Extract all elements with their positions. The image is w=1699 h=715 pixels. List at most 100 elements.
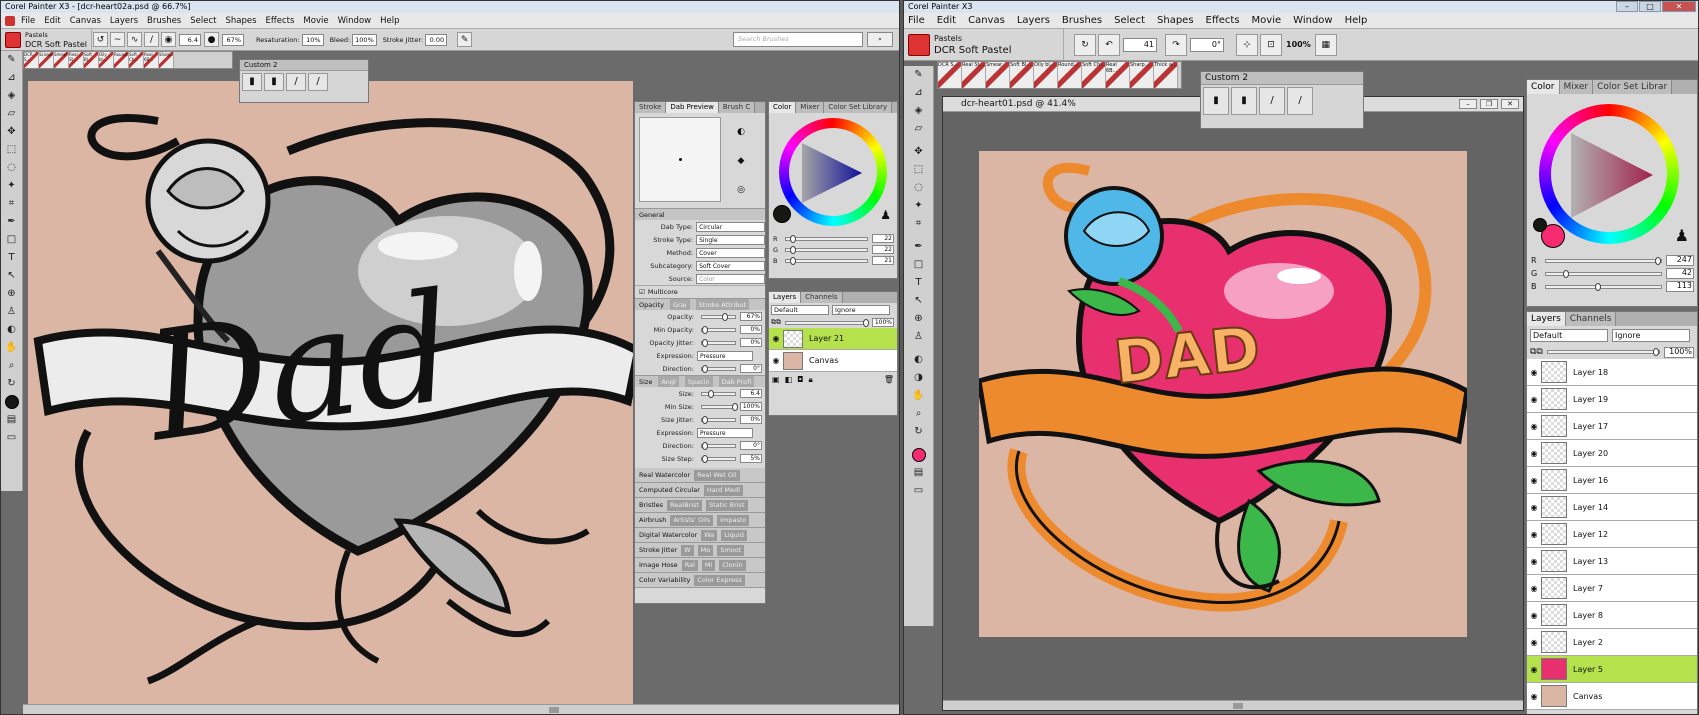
close-icon[interactable]: ✕ <box>1662 1 1696 12</box>
rubber-stamp-icon[interactable]: ♙ <box>911 329 927 345</box>
bleed-field[interactable]: 100% <box>352 33 377 46</box>
menu-effects[interactable]: Effects <box>1206 15 1240 26</box>
composite-method-select[interactable]: Default <box>1530 329 1608 342</box>
menu-movie[interactable]: Movie <box>303 16 328 26</box>
section-subtab[interactable]: Static Brist <box>705 500 748 511</box>
section-subtab[interactable]: Hard Medi <box>703 485 744 496</box>
cloner-icon[interactable]: ⊕ <box>911 311 927 327</box>
eraser-icon[interactable]: ▱ <box>911 121 927 137</box>
menu-effects[interactable]: Effects <box>266 16 295 26</box>
collapsed-section-airbrush[interactable]: Airbrush Artists' Oils Impasto <box>635 513 765 528</box>
opacity-expression-select[interactable]: Pressure <box>697 350 753 361</box>
red-slider[interactable] <box>1545 256 1662 265</box>
composite-depth-select[interactable]: Ignore <box>1612 329 1690 342</box>
paper-icon[interactable]: ▤ <box>911 465 927 481</box>
rotate-page-icon[interactable]: ↻ <box>911 424 927 440</box>
opacity-value[interactable]: 67% <box>740 312 762 321</box>
brush-item[interactable]: DCR S... <box>24 52 39 68</box>
checker-icon[interactable]: ▦ <box>1314 33 1337 56</box>
tab-channels[interactable]: Channels <box>801 292 843 303</box>
pen-icon[interactable]: ✒ <box>4 214 20 230</box>
brush-item[interactable]: Round... <box>114 52 129 68</box>
section-subtab[interactable]: W <box>681 545 694 556</box>
text-icon[interactable]: T <box>911 275 927 291</box>
menu-shapes[interactable]: Shapes <box>225 16 256 26</box>
brush-item[interactable]: Oily bl... <box>99 52 114 68</box>
subcategory-select[interactable]: Soft Cover <box>696 260 765 271</box>
hue-triangle[interactable] <box>1563 128 1657 222</box>
brush-item[interactable]: Soft Bl... <box>84 52 99 68</box>
straight-line-icon[interactable]: / <box>144 32 159 47</box>
layer-row[interactable]: ◉ Canvas <box>1527 683 1697 710</box>
palette-brush-chip[interactable]: ▮ <box>1231 87 1257 115</box>
collapsed-section-image-hose[interactable]: Image Hose Ral Mi Clonin <box>635 558 765 573</box>
eye-icon[interactable]: ◉ <box>769 356 783 365</box>
eye-icon[interactable]: ◉ <box>1527 449 1541 458</box>
menu-window[interactable]: Window <box>338 16 372 26</box>
crop-icon[interactable]: ⌗ <box>4 196 20 212</box>
scale-icon[interactable]: ⊡ <box>1260 33 1282 56</box>
layer-row[interactable]: ◉ Layer 14 <box>1527 494 1697 521</box>
artwork-canvas[interactable]: DAD <box>976 151 1470 637</box>
dab-type-select[interactable]: Circular <box>696 221 765 232</box>
menu-help[interactable]: Help <box>1345 15 1368 26</box>
red-value[interactable]: 22 <box>872 234 894 243</box>
min-size-value[interactable]: 100% <box>740 402 762 411</box>
size-jitter-value[interactable]: 0% <box>740 415 762 424</box>
tab-color[interactable]: Color <box>1527 80 1560 94</box>
source-select[interactable]: Color <box>696 273 765 284</box>
section-subtab[interactable]: Mi <box>701 560 716 571</box>
eyedropper-icon[interactable]: ⊿ <box>911 85 927 101</box>
rotate-brush-icon[interactable]: ↻ <box>1074 33 1096 56</box>
grabber-icon[interactable]: ✋ <box>4 340 20 356</box>
mask-icon[interactable]: ◘ <box>797 375 803 385</box>
tab-brush-calibration[interactable]: Brush C <box>718 102 756 113</box>
collapsed-section-stroke-jitter[interactable]: Stroke Jitter W Mo Smoot <box>635 543 765 558</box>
main-color-swatch[interactable] <box>773 205 791 223</box>
green-value[interactable]: 22 <box>872 245 894 254</box>
tab-stroke[interactable]: Stroke <box>635 102 667 113</box>
rectangle-select-icon[interactable]: ⬚ <box>911 162 927 178</box>
brush-selector[interactable]: Pastels DCR Soft Pastel <box>1 29 92 50</box>
brush-selector[interactable]: Pastels DCR Soft Pastel <box>904 29 1064 60</box>
artwork-canvas[interactable]: Dad <box>28 81 633 714</box>
red-slider[interactable] <box>785 234 868 243</box>
dab-3d-icon[interactable]: ◆ <box>738 156 745 166</box>
eye-icon[interactable]: ◉ <box>1527 665 1541 674</box>
blue-value[interactable]: 113 <box>1666 281 1694 292</box>
eye-icon[interactable]: ◉ <box>1527 584 1541 593</box>
bearing-field[interactable]: 0° <box>1190 37 1224 52</box>
menu-edit[interactable]: Edit <box>937 15 956 26</box>
menu-file[interactable]: File <box>908 15 925 26</box>
palette-brush-chip[interactable]: ▮ <box>242 73 262 91</box>
layer-row[interactable]: ◉ Layer 19 <box>1527 386 1697 413</box>
brush-item[interactable]: DCR S... <box>938 62 962 88</box>
general-section-header[interactable]: General <box>635 208 765 220</box>
horizontal-scrollbar[interactable] <box>943 700 1523 710</box>
transform-icon[interactable]: ⊹ <box>1236 33 1258 56</box>
grabber-icon[interactable]: ✋ <box>911 388 927 404</box>
rotate-page-icon[interactable]: ↻ <box>4 376 20 392</box>
size-section-tab[interactable]: Size <box>639 376 652 387</box>
size-direction-value[interactable]: 0° <box>740 441 762 450</box>
section-subtab[interactable]: Color Express <box>694 575 745 586</box>
color-wheel[interactable]: ♟ <box>769 113 897 233</box>
layer-row[interactable]: ◉ Layer 5 <box>1527 656 1697 683</box>
stroke-type-icon[interactable]: ~ <box>110 32 125 47</box>
brush-item[interactable]: Oily bl... <box>1034 62 1058 88</box>
size-jitter-slider[interactable] <box>701 415 736 424</box>
main-color-swatch[interactable] <box>911 447 927 463</box>
blue-slider[interactable] <box>785 256 868 265</box>
opacity-direction-slider[interactable] <box>701 364 736 373</box>
menu-select[interactable]: Select <box>1114 15 1145 26</box>
palette-brush-chip[interactable]: / <box>308 73 328 91</box>
paint-bucket-icon[interactable]: ◈ <box>4 88 20 104</box>
bearing-icon[interactable]: ↷ <box>1165 33 1187 56</box>
media-icon[interactable]: ▭ <box>911 483 927 499</box>
rubber-stamp-icon[interactable]: ♙ <box>4 304 20 320</box>
eyedropper-icon[interactable]: ⊿ <box>4 70 20 86</box>
dab-view-icon[interactable]: ◐ <box>737 127 745 137</box>
grain-tab[interactable]: Grai <box>670 299 690 310</box>
spacing-tab[interactable]: Spacin <box>684 376 713 387</box>
layer-row[interactable]: ◉ Canvas <box>769 350 897 372</box>
